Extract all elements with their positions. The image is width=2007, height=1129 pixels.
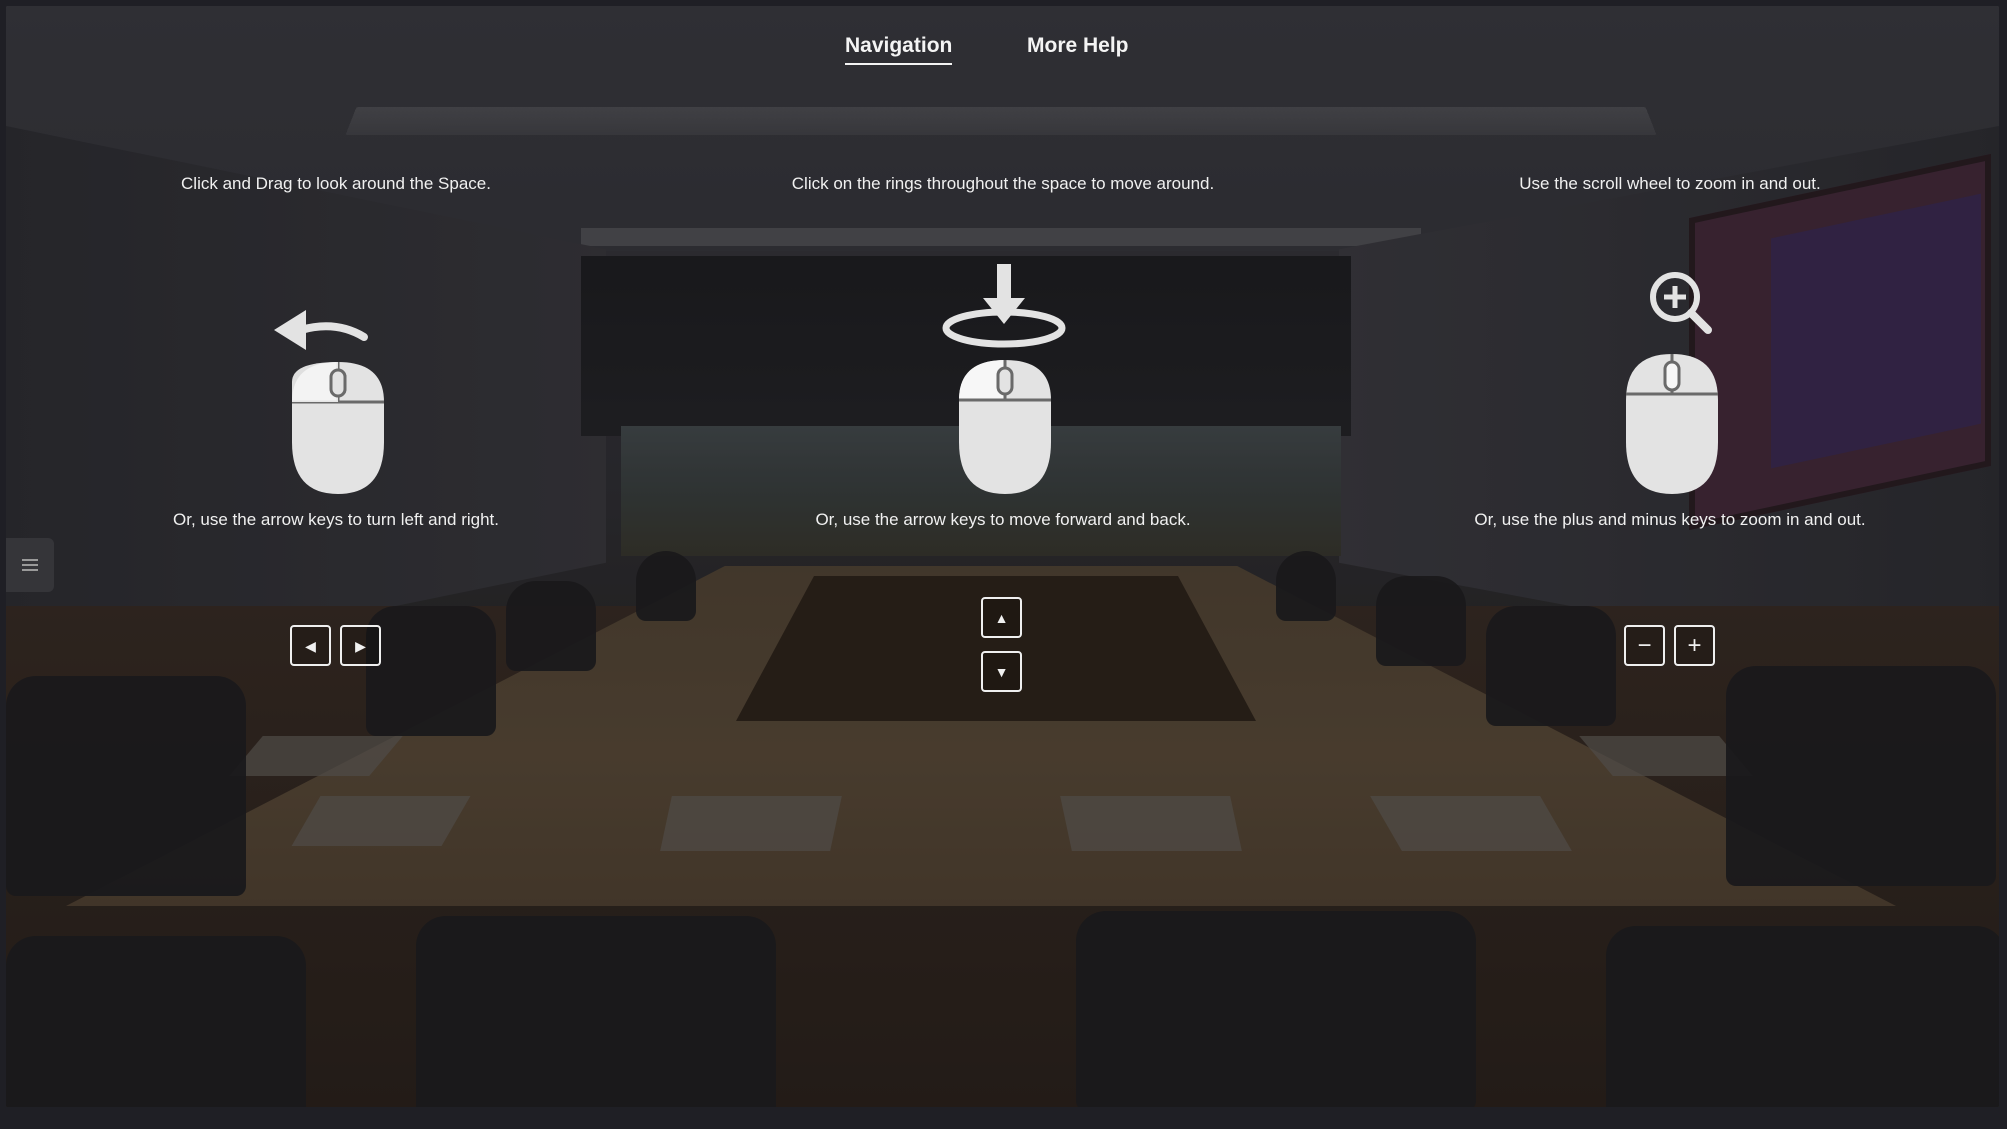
arrow-right-icon: ▶ [355, 637, 366, 654]
mouse-scroll-zoom-icon [1580, 262, 1760, 502]
arrow-up-key[interactable]: ▲ [981, 597, 1022, 638]
mouse-click-ring-icon [913, 262, 1093, 502]
move-alt-instruction: Or, use the arrow keys to move forward a… [815, 510, 1191, 529]
move-instruction: Click on the rings throughout the space … [791, 174, 1215, 193]
zoom-in-key[interactable]: + [1674, 625, 1715, 666]
zoom-out-key[interactable]: − [1624, 625, 1665, 666]
look-alt-instruction: Or, use the arrow keys to turn left and … [173, 510, 499, 529]
arrow-down-key[interactable]: ▼ [981, 651, 1022, 692]
look-instruction: Click and Drag to look around the Space. [181, 174, 491, 193]
zoom-instruction: Use the scroll wheel to zoom in and out. [1519, 174, 1821, 193]
plus-icon: + [1687, 631, 1702, 659]
arrow-right-key[interactable]: ▶ [340, 625, 381, 666]
mouse-drag-icon [246, 262, 426, 502]
arrow-left-icon: ◀ [305, 637, 316, 654]
arrow-left-key[interactable]: ◀ [290, 625, 331, 666]
side-menu-toggle[interactable] [6, 538, 54, 592]
dim-overlay [6, 6, 1999, 1107]
tab-more-help[interactable]: More Help [1027, 34, 1129, 63]
hamburger-icon [22, 559, 38, 571]
tour-scene-background[interactable] [6, 6, 1999, 1107]
zoom-alt-instruction: Or, use the plus and minus keys to zoom … [1474, 510, 1866, 529]
tab-navigation[interactable]: Navigation [845, 34, 953, 65]
arrow-down-icon: ▼ [994, 663, 1009, 680]
arrow-up-icon: ▲ [994, 609, 1009, 626]
help-tabs: Navigation More Help [0, 34, 2007, 74]
minus-icon: − [1637, 631, 1652, 659]
